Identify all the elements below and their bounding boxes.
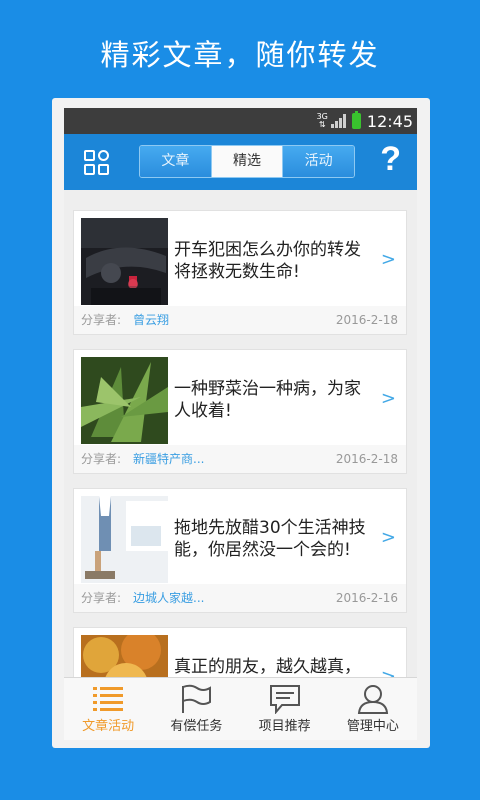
help-icon[interactable]: ? [380,140,401,179]
bottom-tab-bar: 文章活动 有偿任务 项目推荐 管理中心 [64,677,417,740]
sharer-name[interactable]: 曾云翔 [133,306,169,334]
article-card[interactable]: 开车犯困怎么办你的转发将拯救无数生命! > 分享者: 曾云翔 2016-2-18 [73,210,407,335]
article-date: 2016-2-16 [335,591,398,605]
article-meta: 分享者: 边城人家越... 2016-2-16 [74,584,406,612]
signal-icon [330,114,346,128]
article-title: 拖地先放醋30个生活神技能，你居然没一个会的! [174,518,366,560]
article-meta: 分享者: 曾云翔 2016-2-18 [74,306,406,334]
article-thumbnail [81,496,168,583]
sharer-name[interactable]: 边城人家越... [133,584,204,612]
article-thumbnail [81,357,168,444]
article-card[interactable]: 一种野菜治一种病，为家人收着! > 分享者: 新疆特产商... 2016-2-1… [73,349,407,474]
article-title: 开车犯困怎么办你的转发将拯救无数生命! [174,240,361,282]
sharer-name[interactable]: 新疆特产商... [133,445,204,473]
sharer-label: 分享者: [81,452,122,466]
app-bar: 文章 精选 活动 ? [64,134,417,190]
article-meta: 分享者: 新疆特产商... 2016-2-18 [74,445,406,473]
article-date: 2016-2-18 [335,452,398,466]
article-date: 2016-2-18 [335,313,398,327]
status-bar: 3G ⇅ 12:45 [64,108,417,134]
chevron-right-icon: > [380,527,396,548]
chevron-right-icon: > [380,249,396,270]
tab-activities[interactable]: 活动 [283,146,354,177]
article-thumbnail [81,218,168,305]
promo-title: 精彩文章，随你转发 [100,38,380,72]
chat-icon [269,685,300,714]
status-time: 12:45 [366,111,413,131]
tab-project-recommend[interactable]: 项目推荐 [241,678,329,740]
tab-featured[interactable]: 精选 [211,146,284,177]
grid-menu-icon[interactable] [84,150,110,176]
tab-label: 文章活动 [82,719,135,734]
list-icon [93,687,124,711]
chevron-right-icon: > [380,388,396,409]
tab-articles-activities[interactable]: 文章活动 [64,678,152,740]
user-icon [357,685,388,714]
tab-label: 有偿任务 [170,719,223,734]
tab-management-center[interactable]: 管理中心 [329,678,417,740]
sharer-label: 分享者: [81,591,122,605]
tab-label: 管理中心 [346,719,399,734]
app-screen: 3G ⇅ 12:45 文章 精选 活动 ? 开车犯困怎么办你的转发将拯救无数生命… [64,108,417,740]
network-indicator: 3G ⇅ [316,112,328,129]
phone-frame: 3G ⇅ 12:45 文章 精选 活动 ? 开车犯困怎么办你的转发将拯救无数生命… [52,98,430,748]
article-title: 一种野菜治一种病，为家人收着! [174,379,361,421]
article-card[interactable]: 拖地先放醋30个生活神技能，你居然没一个会的! > 分享者: 边城人家越... … [73,488,407,613]
category-tabs: 文章 精选 活动 [139,145,355,178]
battery-icon [351,111,361,129]
tab-articles[interactable]: 文章 [140,146,212,177]
tab-paid-tasks[interactable]: 有偿任务 [152,678,240,740]
sharer-label: 分享者: [81,313,122,327]
tab-label: 项目推荐 [258,719,311,734]
flag-icon [182,684,212,713]
